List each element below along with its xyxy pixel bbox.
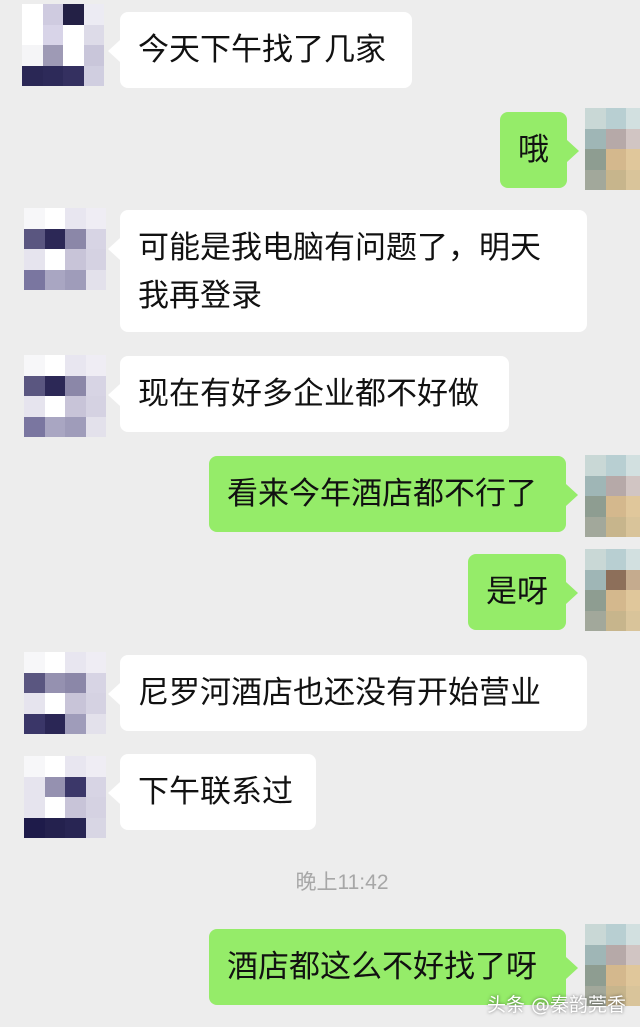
contact-avatar[interactable] (22, 4, 104, 86)
self-avatar[interactable] (585, 549, 640, 631)
message-bubble-incoming[interactable]: 今天下午找了几家 (108, 12, 412, 88)
self-avatar[interactable] (585, 455, 640, 537)
contact-avatar[interactable] (24, 208, 106, 290)
message-bubble-incoming[interactable]: 可能是我电脑有问题了，明天我再登录 (108, 210, 587, 332)
message-timestamp: 晚上11:42 (295, 871, 389, 894)
message-bubble-outgoing[interactable]: 看来今年酒店都不行了 (209, 456, 578, 532)
watermark: 头条 @秦韵莞香 (486, 994, 626, 1016)
contact-avatar[interactable] (24, 756, 106, 838)
message-bubble-outgoing[interactable]: 是呀 (468, 554, 578, 630)
message-bubble-incoming[interactable]: 现在有好多企业都不好做 (108, 356, 509, 432)
message-bubble-incoming[interactable]: 尼罗河酒店也还没有开始营业 (108, 655, 587, 731)
message-bubble-outgoing[interactable]: 哦 (500, 112, 579, 188)
message-bubble-incoming[interactable]: 下午联系过 (108, 754, 316, 830)
contact-avatar[interactable] (24, 652, 106, 734)
contact-avatar[interactable] (24, 355, 106, 437)
self-avatar[interactable] (585, 108, 640, 190)
